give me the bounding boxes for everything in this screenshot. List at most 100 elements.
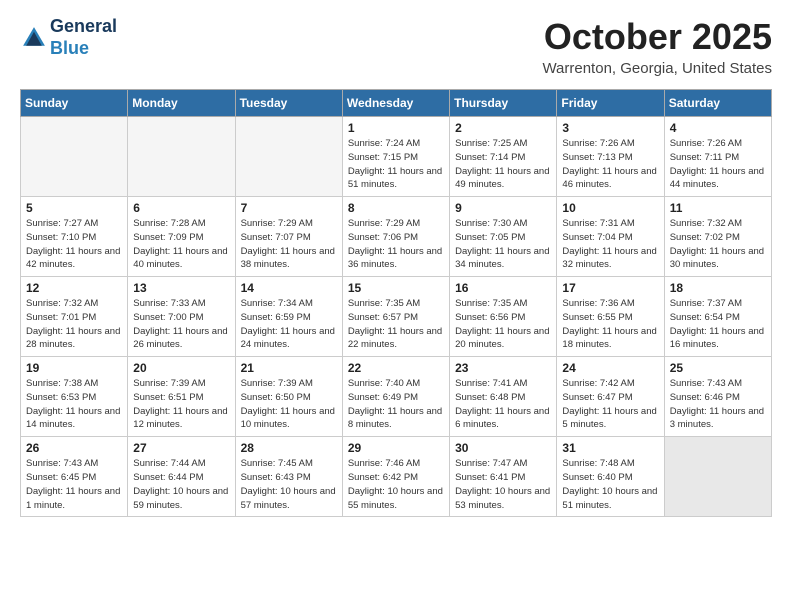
day-info: Sunrise: 7:29 AMSunset: 7:06 PMDaylight:… — [348, 217, 444, 272]
calendar-cell: 6 Sunrise: 7:28 AMSunset: 7:09 PMDaylight… — [128, 197, 235, 277]
day-info: Sunrise: 7:45 AMSunset: 6:43 PMDaylight:… — [241, 457, 337, 512]
day-info: Sunrise: 7:28 AMSunset: 7:09 PMDaylight:… — [133, 217, 229, 272]
col-header-tuesday: Tuesday — [235, 90, 342, 117]
day-number: 28 — [241, 441, 337, 455]
day-number: 14 — [241, 281, 337, 295]
day-number: 21 — [241, 361, 337, 375]
day-number: 1 — [348, 121, 444, 135]
day-number: 12 — [26, 281, 122, 295]
month-title: October 2025 — [542, 16, 772, 58]
day-info: Sunrise: 7:24 AMSunset: 7:15 PMDaylight:… — [348, 137, 444, 192]
day-info: Sunrise: 7:48 AMSunset: 6:40 PMDaylight:… — [562, 457, 658, 512]
calendar-cell — [128, 117, 235, 197]
calendar-cell: 16 Sunrise: 7:35 AMSunset: 6:56 PMDayligh… — [450, 277, 557, 357]
calendar-cell: 7 Sunrise: 7:29 AMSunset: 7:07 PMDaylight… — [235, 197, 342, 277]
day-number: 6 — [133, 201, 229, 215]
calendar-cell: 3 Sunrise: 7:26 AMSunset: 7:13 PMDaylight… — [557, 117, 664, 197]
calendar-cell: 27 Sunrise: 7:44 AMSunset: 6:44 PMDayligh… — [128, 437, 235, 517]
day-info: Sunrise: 7:26 AMSunset: 7:13 PMDaylight:… — [562, 137, 658, 192]
col-header-monday: Monday — [128, 90, 235, 117]
day-number: 7 — [241, 201, 337, 215]
day-number: 9 — [455, 201, 551, 215]
day-info: Sunrise: 7:43 AMSunset: 6:46 PMDaylight:… — [670, 377, 766, 432]
page: General Blue October 2025 Warrenton, Geo… — [0, 0, 792, 533]
day-number: 16 — [455, 281, 551, 295]
calendar-cell — [664, 437, 771, 517]
calendar-cell — [21, 117, 128, 197]
day-number: 17 — [562, 281, 658, 295]
calendar-cell: 14Sunrise: 7:34 AMSunset: 6:59 PMDayligh… — [235, 277, 342, 357]
calendar-cell: 31 Sunrise: 7:48 AMSunset: 6:40 PMDayligh… — [557, 437, 664, 517]
col-header-friday: Friday — [557, 90, 664, 117]
calendar-cell — [235, 117, 342, 197]
week-row-4: 19 Sunrise: 7:38 AMSunset: 6:53 PMDayligh… — [21, 357, 772, 437]
title-block: October 2025 Warrenton, Georgia, United … — [542, 16, 772, 77]
day-number: 4 — [670, 121, 766, 135]
col-header-wednesday: Wednesday — [342, 90, 449, 117]
day-number: 23 — [455, 361, 551, 375]
day-number: 22 — [348, 361, 444, 375]
col-header-thursday: Thursday — [450, 90, 557, 117]
calendar-cell: 17 Sunrise: 7:36 AMSunset: 6:55 PMDayligh… — [557, 277, 664, 357]
day-number: 20 — [133, 361, 229, 375]
day-info: Sunrise: 7:37 AMSunset: 6:54 PMDaylight:… — [670, 297, 766, 352]
week-row-3: 12Sunrise: 7:32 AMSunset: 7:01 PMDayligh… — [21, 277, 772, 357]
day-info: Sunrise: 7:30 AMSunset: 7:05 PMDaylight:… — [455, 217, 551, 272]
logo-text: General Blue — [50, 16, 117, 59]
calendar-cell: 9 Sunrise: 7:30 AMSunset: 7:05 PMDaylight… — [450, 197, 557, 277]
day-info: Sunrise: 7:32 AMSunset: 7:02 PMDaylight:… — [670, 217, 766, 272]
calendar-table: SundayMondayTuesdayWednesdayThursdayFrid… — [20, 89, 772, 517]
logo-icon — [20, 24, 48, 52]
logo: General Blue — [20, 16, 117, 59]
logo-line1: General — [50, 16, 117, 38]
calendar-cell: 8 Sunrise: 7:29 AMSunset: 7:06 PMDaylight… — [342, 197, 449, 277]
day-info: Sunrise: 7:39 AMSunset: 6:51 PMDaylight:… — [133, 377, 229, 432]
day-number: 31 — [562, 441, 658, 455]
calendar-cell: 18Sunrise: 7:37 AMSunset: 6:54 PMDayligh… — [664, 277, 771, 357]
day-info: Sunrise: 7:26 AMSunset: 7:11 PMDaylight:… — [670, 137, 766, 192]
day-info: Sunrise: 7:38 AMSunset: 6:53 PMDaylight:… — [26, 377, 122, 432]
day-info: Sunrise: 7:33 AMSunset: 7:00 PMDaylight:… — [133, 297, 229, 352]
day-number: 27 — [133, 441, 229, 455]
day-info: Sunrise: 7:44 AMSunset: 6:44 PMDaylight:… — [133, 457, 229, 512]
day-number: 11 — [670, 201, 766, 215]
calendar-cell: 12Sunrise: 7:32 AMSunset: 7:01 PMDayligh… — [21, 277, 128, 357]
day-info: Sunrise: 7:36 AMSunset: 6:55 PMDaylight:… — [562, 297, 658, 352]
week-row-1: 1 Sunrise: 7:24 AMSunset: 7:15 PMDaylight… — [21, 117, 772, 197]
calendar-cell: 28 Sunrise: 7:45 AMSunset: 6:43 PMDayligh… — [235, 437, 342, 517]
col-header-sunday: Sunday — [21, 90, 128, 117]
day-info: Sunrise: 7:46 AMSunset: 6:42 PMDaylight:… — [348, 457, 444, 512]
day-number: 10 — [562, 201, 658, 215]
calendar-cell: 10Sunrise: 7:31 AMSunset: 7:04 PMDayligh… — [557, 197, 664, 277]
day-number: 15 — [348, 281, 444, 295]
day-info: Sunrise: 7:43 AMSunset: 6:45 PMDaylight:… — [26, 457, 122, 512]
day-info: Sunrise: 7:39 AMSunset: 6:50 PMDaylight:… — [241, 377, 337, 432]
day-info: Sunrise: 7:42 AMSunset: 6:47 PMDaylight:… — [562, 377, 658, 432]
col-header-saturday: Saturday — [664, 90, 771, 117]
calendar-cell: 11 Sunrise: 7:32 AMSunset: 7:02 PMDayligh… — [664, 197, 771, 277]
calendar-cell: 20 Sunrise: 7:39 AMSunset: 6:51 PMDayligh… — [128, 357, 235, 437]
day-number: 19 — [26, 361, 122, 375]
calendar-cell: 4 Sunrise: 7:26 AMSunset: 7:11 PMDaylight… — [664, 117, 771, 197]
calendar-cell: 24Sunrise: 7:42 AMSunset: 6:47 PMDayligh… — [557, 357, 664, 437]
week-row-5: 26Sunrise: 7:43 AMSunset: 6:45 PMDayligh… — [21, 437, 772, 517]
calendar-cell: 21 Sunrise: 7:39 AMSunset: 6:50 PMDayligh… — [235, 357, 342, 437]
calendar-cell: 15 Sunrise: 7:35 AMSunset: 6:57 PMDayligh… — [342, 277, 449, 357]
day-info: Sunrise: 7:35 AMSunset: 6:57 PMDaylight:… — [348, 297, 444, 352]
day-info: Sunrise: 7:27 AMSunset: 7:10 PMDaylight:… — [26, 217, 122, 272]
day-info: Sunrise: 7:40 AMSunset: 6:49 PMDaylight:… — [348, 377, 444, 432]
day-number: 2 — [455, 121, 551, 135]
day-number: 29 — [348, 441, 444, 455]
day-number: 8 — [348, 201, 444, 215]
day-info: Sunrise: 7:35 AMSunset: 6:56 PMDaylight:… — [455, 297, 551, 352]
calendar-cell: 1 Sunrise: 7:24 AMSunset: 7:15 PMDaylight… — [342, 117, 449, 197]
day-number: 3 — [562, 121, 658, 135]
calendar-cell: 23 Sunrise: 7:41 AMSunset: 6:48 PMDayligh… — [450, 357, 557, 437]
calendar-cell: 29 Sunrise: 7:46 AMSunset: 6:42 PMDayligh… — [342, 437, 449, 517]
day-number: 5 — [26, 201, 122, 215]
location: Warrenton, Georgia, United States — [542, 60, 772, 77]
day-info: Sunrise: 7:41 AMSunset: 6:48 PMDaylight:… — [455, 377, 551, 432]
day-info: Sunrise: 7:29 AMSunset: 7:07 PMDaylight:… — [241, 217, 337, 272]
calendar-cell: 30Sunrise: 7:47 AMSunset: 6:41 PMDayligh… — [450, 437, 557, 517]
calendar-cell: 19 Sunrise: 7:38 AMSunset: 6:53 PMDayligh… — [21, 357, 128, 437]
